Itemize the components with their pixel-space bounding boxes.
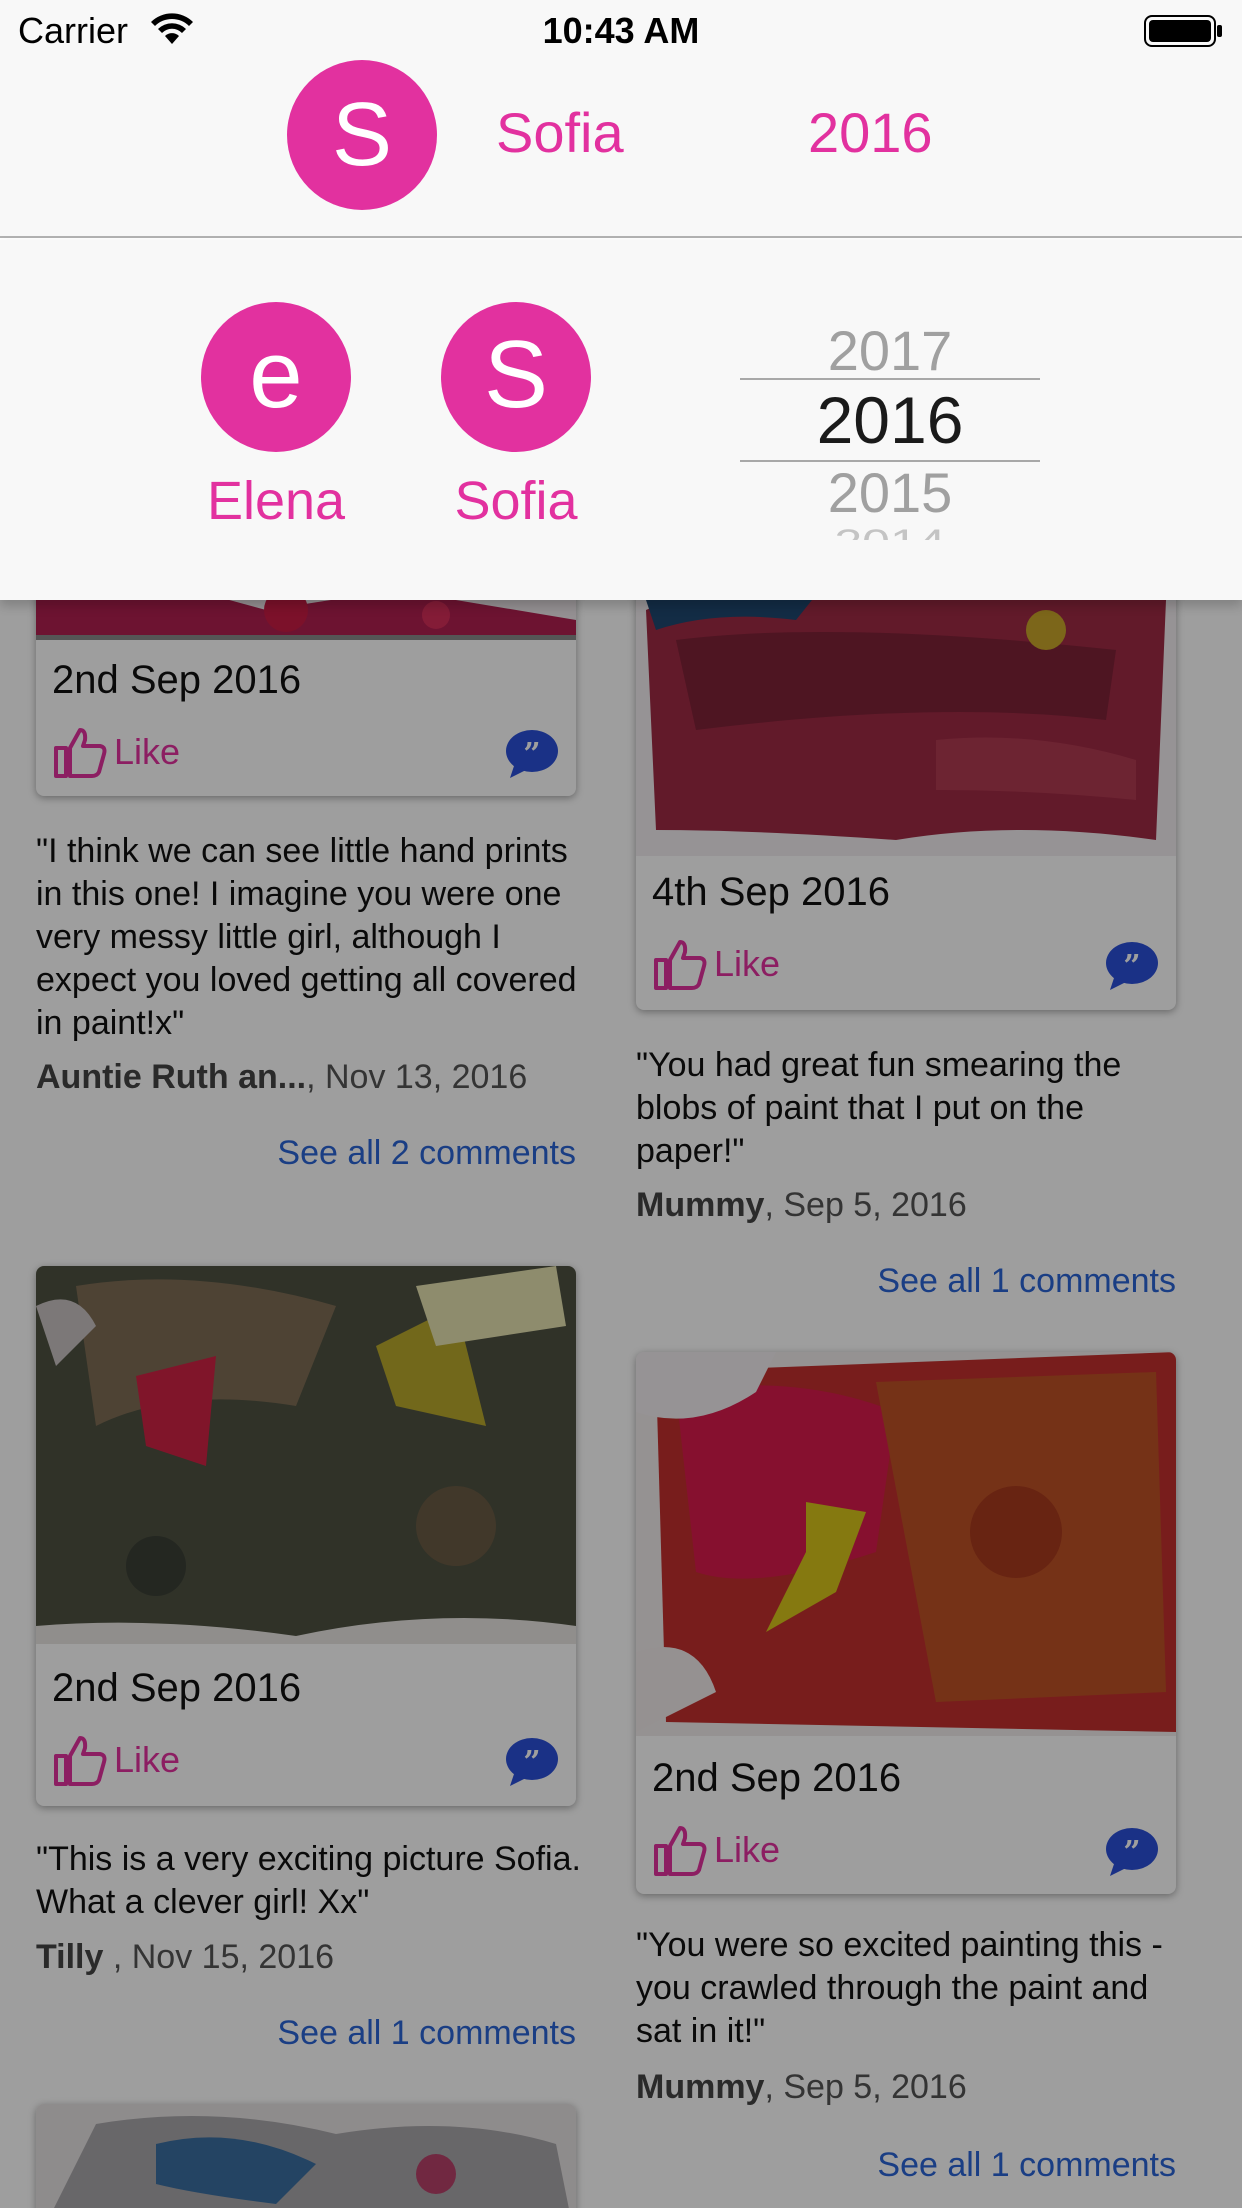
person-avatar: e [201, 302, 351, 452]
child-year-picker: e Elena S Sofia 2017 2016 2015 2014 [0, 240, 1242, 600]
person-name: Sofia [454, 471, 578, 531]
battery-icon [1144, 15, 1222, 47]
year-wheel[interactable]: 2017 2016 2015 2014 [740, 300, 1040, 540]
person-sofia[interactable]: S Sofia [441, 302, 591, 532]
year-option[interactable]: 2017 [740, 318, 1040, 383]
year-option[interactable]: 2014 [740, 522, 1040, 540]
header-avatar[interactable]: S [287, 60, 437, 210]
year-option-selected[interactable]: 2016 [740, 382, 1040, 458]
profile-header: S Sofia 2016 [0, 60, 1242, 238]
status-bar: Carrier 10:43 AM [0, 0, 1242, 60]
year-option[interactable]: 2015 [740, 460, 1040, 525]
clock: 10:43 AM [542, 10, 700, 51]
person-name: Elena [206, 471, 346, 531]
header-year[interactable]: 2016 [808, 100, 933, 165]
person-elena[interactable]: e Elena [201, 302, 351, 532]
header-child-name[interactable]: Sofia [496, 100, 624, 165]
person-avatar: S [441, 302, 591, 452]
modal-dim-overlay[interactable] [0, 600, 1242, 2208]
